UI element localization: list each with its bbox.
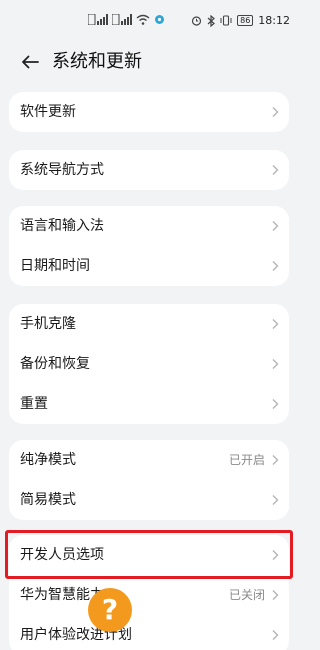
- chevron-right-icon: [272, 590, 279, 600]
- status-right: 86 18:12: [191, 14, 290, 27]
- chevron-right-icon: [272, 359, 279, 369]
- row-label: 系统导航方式: [20, 162, 104, 178]
- row-status-value: 已关闭: [228, 588, 265, 602]
- battery-indicator: 86: [237, 15, 254, 26]
- alarm-icon: [192, 16, 202, 26]
- chevron-right-icon: [272, 319, 279, 329]
- settings-row-pure-mode[interactable]: 纯净模式 已开启: [9, 440, 289, 480]
- settings-row-user-experience[interactable]: 用户体验改进计划: [9, 615, 289, 650]
- row-label: 手机克隆: [20, 316, 76, 332]
- card-navigation: 系统导航方式: [9, 150, 289, 190]
- settings-row-developer-options[interactable]: 开发人员选项: [9, 535, 289, 575]
- settings-row-date-time[interactable]: 日期和时间: [9, 246, 289, 286]
- sim1-signal-icon: [88, 14, 108, 25]
- chevron-right-icon: [272, 165, 279, 175]
- status-bar: 86 18:12: [0, 0, 300, 40]
- card-modes: 纯净模式 已开启 简易模式: [9, 440, 289, 520]
- card-clone-backup-reset: 手机克隆 备份和恢复 重置: [9, 304, 289, 424]
- chevron-right-icon: [272, 221, 279, 231]
- row-label: 软件更新: [20, 104, 76, 120]
- chevron-right-icon: [272, 261, 279, 271]
- chevron-right-icon: [272, 399, 279, 409]
- settings-row-huawei-ai[interactable]: 华为智慧能力 已关闭: [9, 575, 289, 615]
- chevron-right-icon: [272, 495, 279, 505]
- bluetooth-icon: [207, 14, 216, 27]
- settings-row-language-input[interactable]: 语言和输入法: [9, 206, 289, 246]
- row-label: 语言和输入法: [20, 218, 104, 234]
- row-label: 重置: [20, 396, 48, 412]
- wifi-icon: [136, 14, 150, 25]
- card-software-update: 软件更新: [9, 92, 289, 132]
- page-header: 系统和更新: [0, 44, 300, 80]
- sim2-signal-icon: [112, 14, 132, 25]
- settings-row-phone-clone[interactable]: 手机克隆: [9, 304, 289, 344]
- arrow-left-icon: [22, 55, 39, 69]
- chevron-right-icon: [272, 630, 279, 640]
- row-status-value: 已开启: [228, 453, 265, 467]
- page-title: 系统和更新: [52, 51, 142, 72]
- settings-row-software-update[interactable]: 软件更新: [9, 92, 289, 132]
- row-label: 日期和时间: [20, 258, 90, 274]
- back-button[interactable]: [18, 50, 42, 74]
- card-developer: 开发人员选项 华为智慧能力 已关闭 用户体验改进计划: [9, 535, 289, 650]
- row-label: 备份和恢复: [20, 356, 90, 372]
- settings-row-simple-mode[interactable]: 简易模式: [9, 480, 289, 520]
- chevron-right-icon: [272, 550, 279, 560]
- status-time: 18:12: [258, 14, 290, 27]
- row-label: 开发人员选项: [20, 547, 104, 563]
- settings-row-backup-restore[interactable]: 备份和恢复: [9, 344, 289, 384]
- row-label: 简易模式: [20, 492, 76, 508]
- card-language-date: 语言和输入法 日期和时间: [9, 206, 289, 286]
- chevron-right-icon: [272, 107, 279, 117]
- hotspot-icon: [155, 15, 164, 24]
- chevron-right-icon: [272, 455, 279, 465]
- settings-row-reset[interactable]: 重置: [9, 384, 289, 424]
- vibrate-icon: [220, 15, 232, 26]
- status-left: [88, 14, 165, 25]
- settings-row-system-navigation[interactable]: 系统导航方式: [9, 150, 289, 190]
- question-mark-icon: ?: [88, 588, 132, 632]
- row-label: 纯净模式: [20, 452, 76, 468]
